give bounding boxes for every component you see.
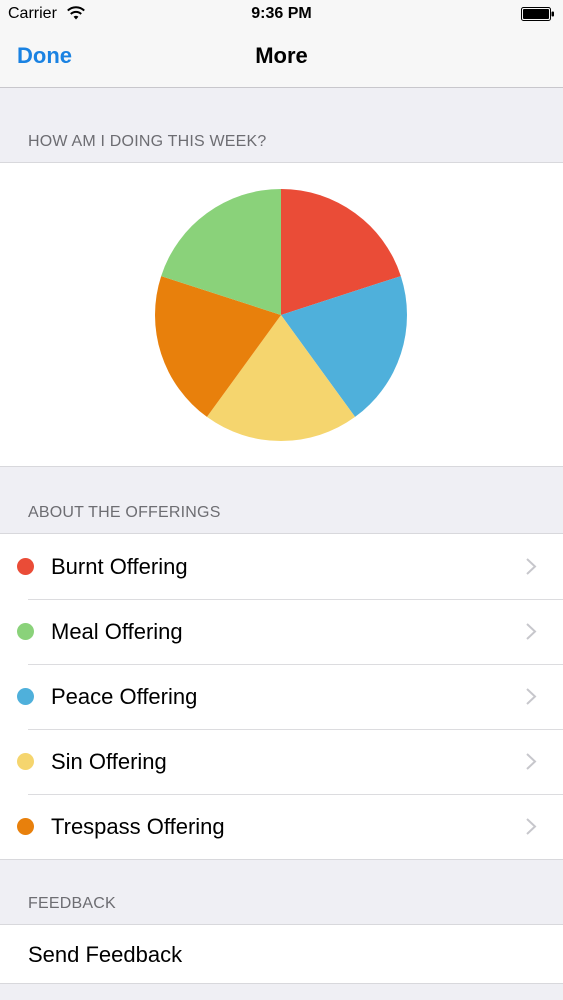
chevron-right-icon: [526, 623, 537, 640]
offering-row-burnt[interactable]: Burnt Offering: [0, 534, 563, 599]
chevron-right-icon: [526, 558, 537, 575]
offerings-list: Burnt Offering Meal Offering Peace Offer…: [0, 533, 563, 860]
offering-row-sin[interactable]: Sin Offering: [0, 729, 563, 794]
offering-label: Sin Offering: [51, 749, 167, 774]
offering-row-trespass[interactable]: Trespass Offering: [0, 794, 563, 859]
offering-label: Meal Offering: [51, 619, 183, 644]
color-dot-icon: [17, 623, 34, 640]
offering-row-meal[interactable]: Meal Offering: [0, 599, 563, 664]
chevron-right-icon: [526, 818, 537, 835]
send-feedback-label: Send Feedback: [28, 942, 183, 967]
status-bar: Carrier 9:36 PM: [0, 0, 563, 30]
color-dot-icon: [17, 818, 34, 835]
week-section-header: HOW AM I DOING THIS WEEK?: [28, 133, 267, 150]
offering-label: Peace Offering: [51, 684, 198, 709]
page-title: More: [255, 43, 308, 68]
offering-label: Trespass Offering: [51, 814, 225, 839]
send-feedback-row[interactable]: Send Feedback: [0, 924, 563, 984]
color-dot-icon: [17, 688, 34, 705]
offerings-section-header: ABOUT THE OFFERINGS: [28, 504, 221, 521]
chevron-right-icon: [526, 753, 537, 770]
chevron-right-icon: [526, 688, 537, 705]
weekly-pie-chart: [155, 189, 408, 442]
feedback-section-header: FEEDBACK: [28, 895, 116, 912]
offering-row-peace[interactable]: Peace Offering: [0, 664, 563, 729]
offering-label: Burnt Offering: [51, 554, 188, 579]
navigation-bar: Carrier 9:36 PM Done More: [0, 0, 563, 88]
color-dot-icon: [17, 753, 34, 770]
battery-icon: [521, 7, 554, 21]
weekly-chart-card: [0, 162, 563, 467]
color-dot-icon: [17, 558, 34, 575]
status-time: 9:36 PM: [251, 5, 312, 22]
